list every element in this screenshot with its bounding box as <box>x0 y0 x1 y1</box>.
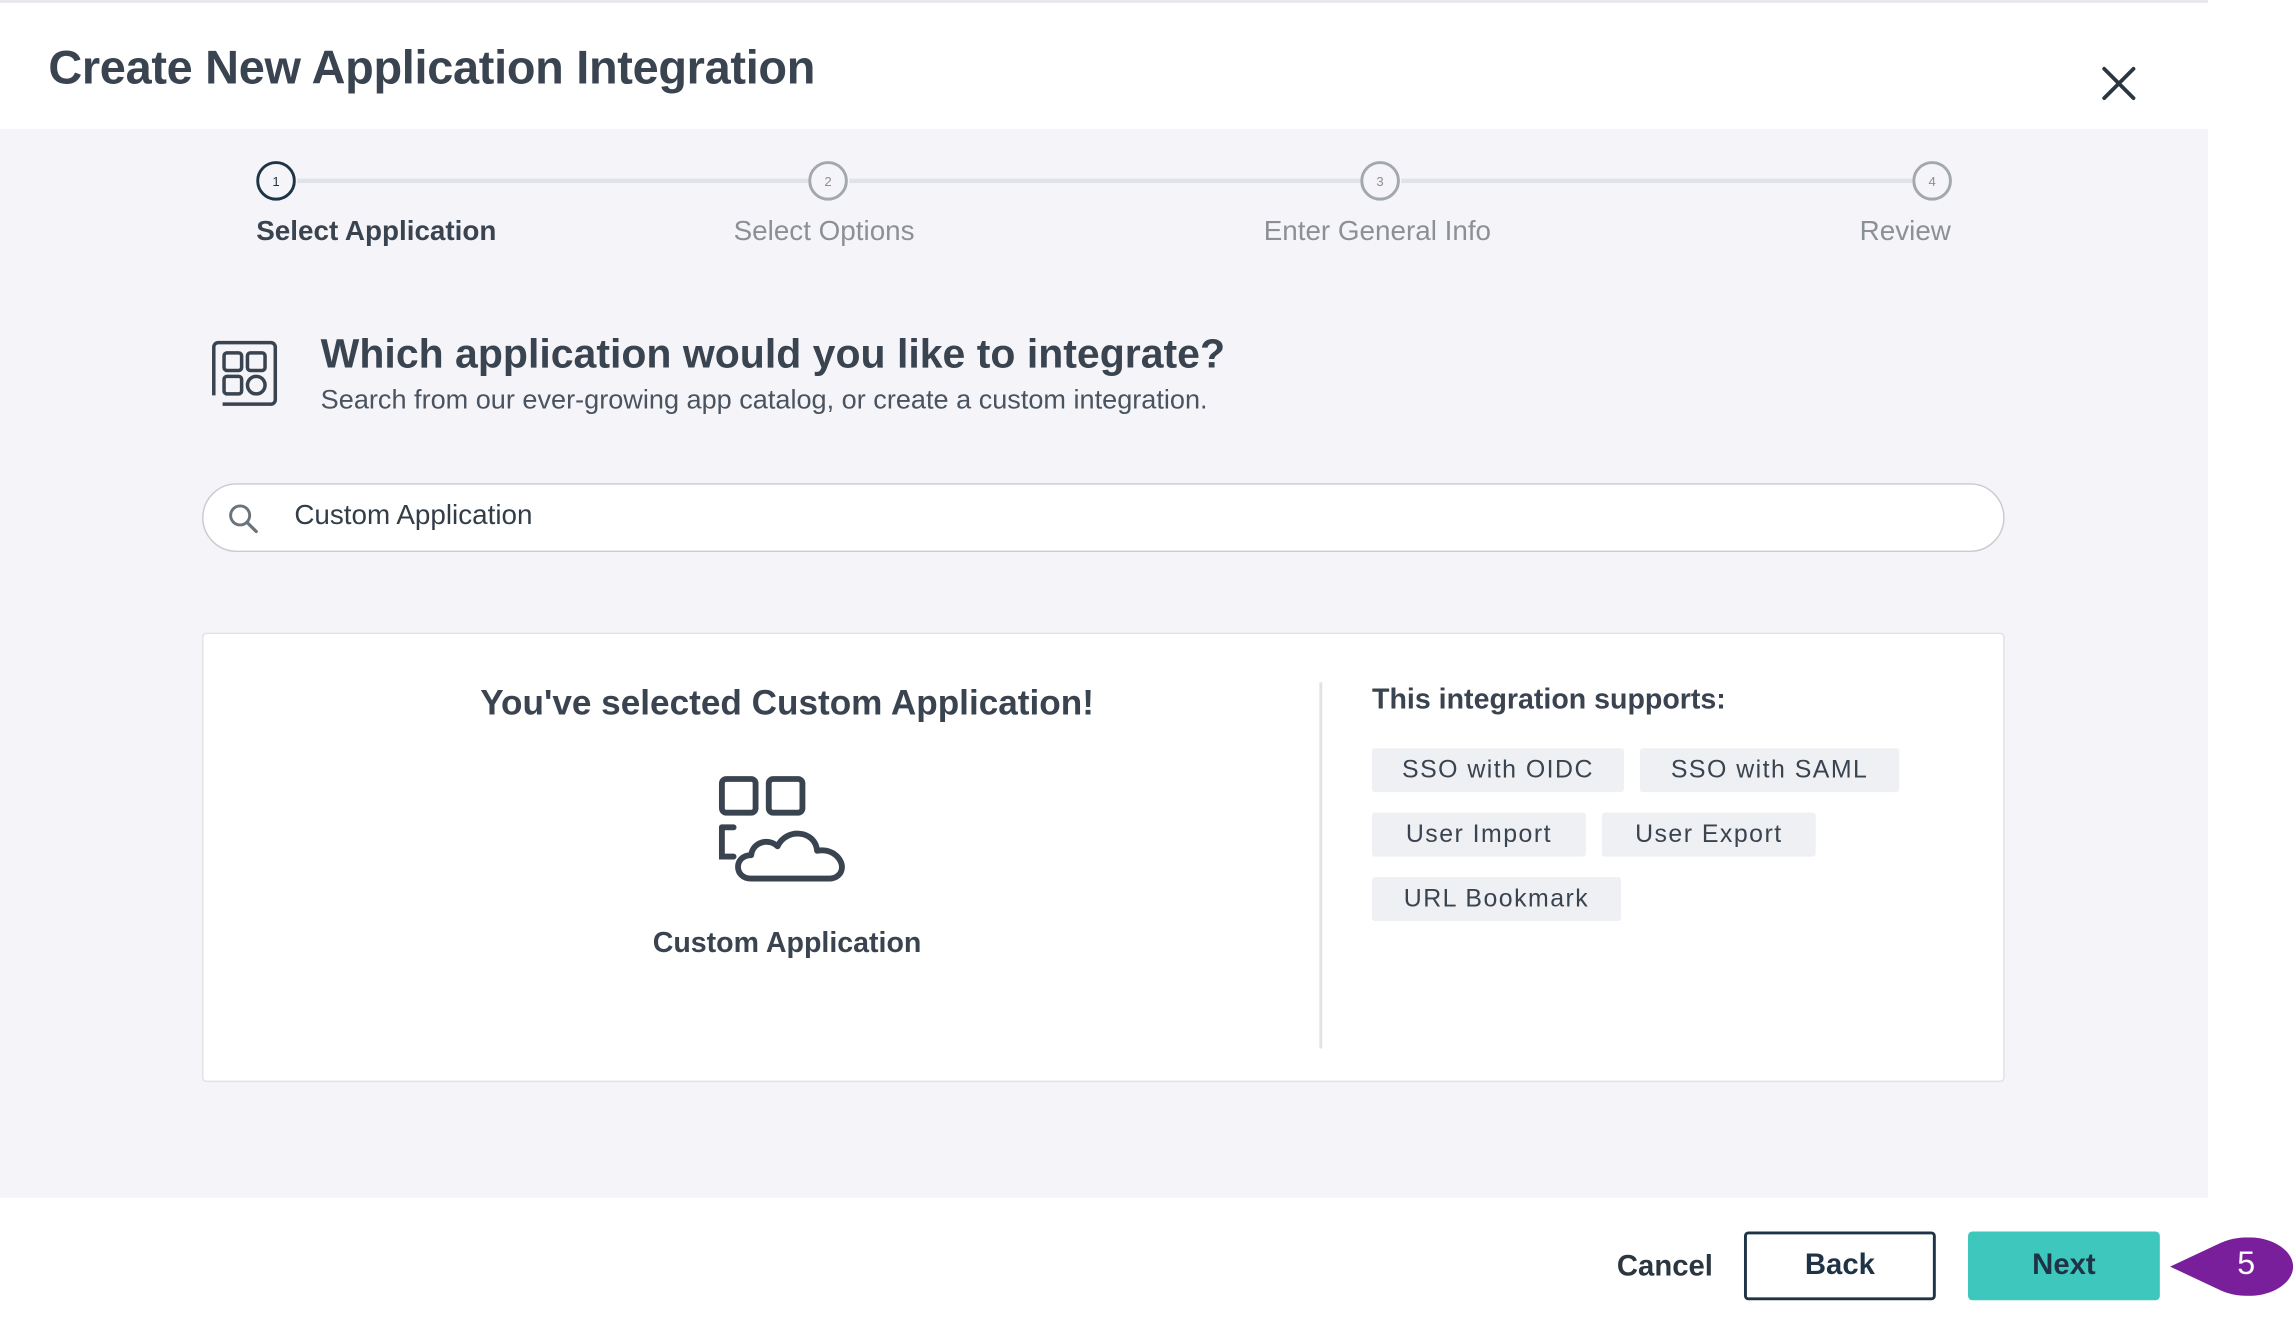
step-2-indicator: 2 <box>808 161 848 201</box>
dialog: Create New Application Integration 1 2 3… <box>0 0 2296 1318</box>
question-subtitle: Search from our ever-growing app catalog… <box>320 383 1208 415</box>
step-marker-label: 5 <box>2237 1244 2256 1282</box>
feature-tag: User Import <box>1372 812 1586 857</box>
dialog-header: Create New Application Integration <box>0 2 2209 129</box>
step-1-indicator: 1 <box>256 161 296 201</box>
feature-tag: SSO with OIDC <box>1372 748 1624 793</box>
dialog-title: Create New Application Integration <box>48 41 816 94</box>
close-button[interactable] <box>2091 56 2147 112</box>
feature-tag: URL Bookmark <box>1372 877 1621 922</box>
step-connector <box>1401 178 1913 184</box>
cancel-button[interactable]: Cancel <box>1605 1233 1725 1300</box>
supports-title: This integration supports: <box>1372 683 1726 717</box>
question-title: Which application would you like to inte… <box>320 330 1226 377</box>
step-2-label: Select Options <box>733 216 915 248</box>
step-4-label: Review <box>1859 216 1951 248</box>
selected-app-name: Custom Application <box>652 926 922 960</box>
step-connector <box>849 178 1361 184</box>
selection-card: You've selected Custom Application! Cust… <box>202 632 2005 1083</box>
step-connector <box>297 178 809 184</box>
search-icon <box>229 504 258 534</box>
next-button[interactable]: Next <box>1968 1231 2160 1301</box>
card-divider <box>1319 682 1322 1049</box>
custom-app-cloud-icon <box>716 775 855 886</box>
feature-tag: User Export <box>1601 812 1816 857</box>
search-input[interactable] <box>294 484 1906 550</box>
search-field[interactable] <box>202 483 2005 553</box>
selection-heading: You've selected Custom Application! <box>480 683 1094 724</box>
step-3-indicator: 3 <box>1360 161 1400 201</box>
step-4-indicator: 4 <box>1912 161 1952 201</box>
back-button[interactable]: Back <box>1743 1231 1936 1301</box>
close-icon <box>2102 66 2136 101</box>
step-1-label: Select Application <box>256 216 497 248</box>
step-3-label: Enter General Info <box>1263 216 1492 248</box>
feature-tag: SSO with SAML <box>1640 748 1900 793</box>
app-grid-icon <box>210 340 278 408</box>
